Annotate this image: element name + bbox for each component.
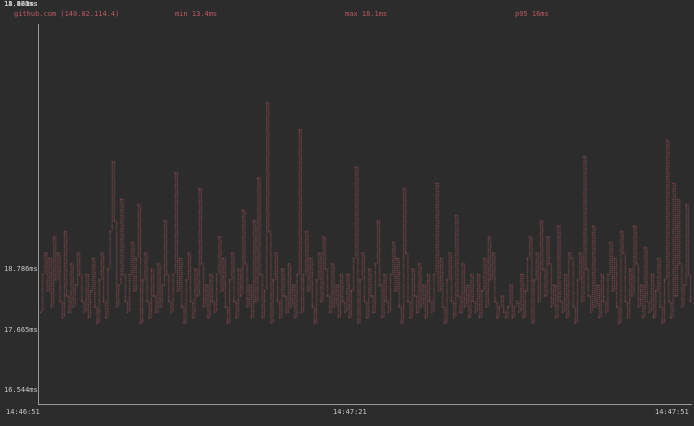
y-axis-line — [38, 24, 39, 405]
x-axis-tick-label-mid: 14:47:21 — [333, 408, 367, 416]
y-axis-tick-label: 16.544ms — [4, 386, 40, 394]
stat-max: max 18.1ms — [345, 9, 387, 19]
stat-min: min 13.4ms — [175, 9, 217, 19]
x-axis-line — [38, 404, 692, 405]
latency-chart-canvas — [0, 0, 694, 426]
y-axis-tick-label: 17.665ms — [4, 326, 40, 334]
x-axis-tick-label-end: 14:47:51 — [655, 408, 689, 416]
y-axis-tick-label: 18.786ms — [4, 265, 40, 273]
terminal-screen: github.com (140.82.114.4) min 13.4ms max… — [0, 0, 694, 426]
stat-p95: p95 16ms — [515, 9, 549, 19]
chart-title-host: github.com (140.82.114.4) — [14, 9, 119, 19]
x-axis-tick-label-start: 14:46:51 — [6, 408, 40, 416]
y-axis-tick-label: 12.06ms — [4, 0, 40, 8]
